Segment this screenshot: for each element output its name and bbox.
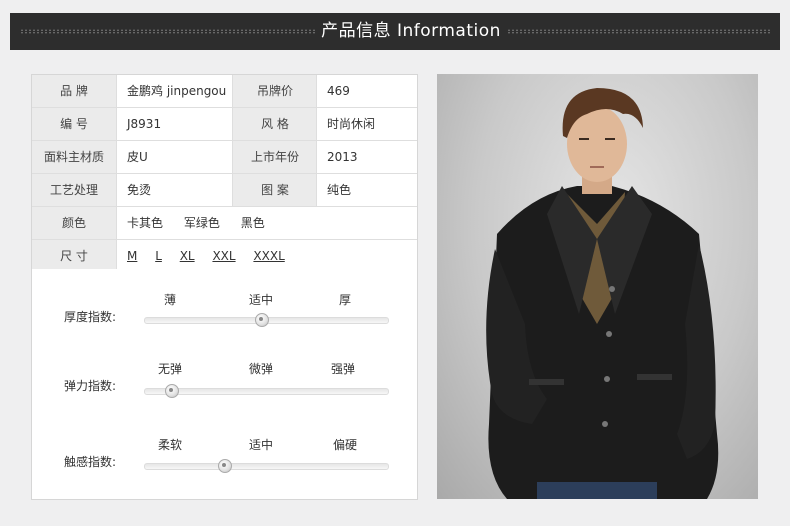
thickness-tick-thick: 厚 [338, 293, 352, 307]
spec-value: 免烫 [116, 174, 243, 206]
size-label: 尺 寸 [32, 240, 116, 272]
thickness-slider-track[interactable] [144, 313, 389, 327]
header-dotted-rule-right [507, 29, 772, 34]
color-option-khaki[interactable]: 卡其色 [127, 216, 163, 230]
header-dotted-rule-left [20, 29, 315, 34]
section-title: 产品信息 Information [321, 21, 501, 41]
touch-index: 柔软 适中 偏硬 触感指数: [32, 436, 417, 496]
spec-label: 工艺处理 [32, 174, 116, 206]
size-options: M L XL XXL XXXL [116, 240, 418, 272]
thickness-slider-knob[interactable] [254, 313, 269, 327]
spec-row: 工艺处理 免烫 图 案 纯色 [32, 174, 417, 207]
spec-value: 皮U [116, 141, 243, 173]
thickness-tick-thin: 薄 [163, 293, 177, 307]
size-option-m[interactable]: M [127, 249, 137, 263]
elasticity-slider-track[interactable] [144, 384, 389, 398]
size-option-l[interactable]: L [155, 249, 162, 263]
spec-label: 风 格 [232, 108, 317, 140]
touch-slider-knob[interactable] [218, 459, 233, 473]
elasticity-index: 无弹 微弹 强弹 弹力指数: [32, 360, 417, 420]
elasticity-index-label: 弹力指数: [64, 379, 117, 393]
elasticity-tick-slight: 微弹 [248, 362, 274, 376]
elasticity-tick-none: 无弹 [157, 362, 183, 376]
touch-slider-track[interactable] [144, 459, 389, 473]
model-photo-illustration [486, 88, 719, 499]
color-row: 颜色 卡其色 军绿色 黑色 [32, 207, 417, 240]
touch-tick-medium: 适中 [248, 438, 274, 452]
size-option-xxl[interactable]: XXL [212, 249, 235, 263]
spec-table: 品 牌 金鹏鸡 jinpengou 吊牌价 469 编 号 J8931 风 格 … [31, 74, 418, 272]
spec-label: 上市年份 [232, 141, 317, 173]
product-photo [437, 74, 758, 499]
touch-tick-hard: 偏硬 [332, 438, 358, 452]
spec-label: 编 号 [32, 108, 116, 140]
size-option-xxxl[interactable]: XXXL [253, 249, 284, 263]
spec-label: 吊牌价 [232, 75, 317, 107]
spec-label: 图 案 [232, 174, 317, 206]
spec-value: J8931 [116, 108, 243, 140]
thickness-index: 薄 适中 厚 厚度指数: [32, 291, 417, 351]
spec-row: 面料主材质 皮U 上市年份 2013 [32, 141, 417, 174]
color-option-black[interactable]: 黑色 [241, 216, 265, 230]
touch-tick-soft: 柔软 [157, 438, 183, 452]
index-panel: 薄 适中 厚 厚度指数: 无弹 微弹 强弹 弹力指数: 柔软 适中 偏硬 触感指… [31, 269, 418, 500]
touch-index-label: 触感指数: [64, 455, 117, 469]
section-header: 产品信息 Information [10, 13, 780, 50]
spec-row: 编 号 J8931 风 格 时尚休闲 [32, 108, 417, 141]
spec-label: 面料主材质 [32, 141, 116, 173]
spec-value: 时尚休闲 [316, 108, 428, 140]
spec-label: 品 牌 [32, 75, 116, 107]
elasticity-tick-strong: 强弹 [330, 362, 356, 376]
size-option-xl[interactable]: XL [180, 249, 195, 263]
color-options: 卡其色 军绿色 黑色 [116, 207, 418, 239]
color-option-army-green[interactable]: 军绿色 [184, 216, 220, 230]
spec-value: 469 [316, 75, 428, 107]
thickness-tick-medium: 适中 [248, 293, 274, 307]
spec-value: 2013 [316, 141, 428, 173]
size-row: 尺 寸 M L XL XXL XXXL [32, 240, 417, 272]
spec-value: 纯色 [316, 174, 428, 206]
spec-row: 品 牌 金鹏鸡 jinpengou 吊牌价 469 [32, 75, 417, 108]
elasticity-slider-knob[interactable] [164, 384, 179, 398]
spec-value: 金鹏鸡 jinpengou [116, 75, 243, 107]
color-label: 颜色 [32, 207, 116, 239]
thickness-index-label: 厚度指数: [64, 310, 117, 324]
